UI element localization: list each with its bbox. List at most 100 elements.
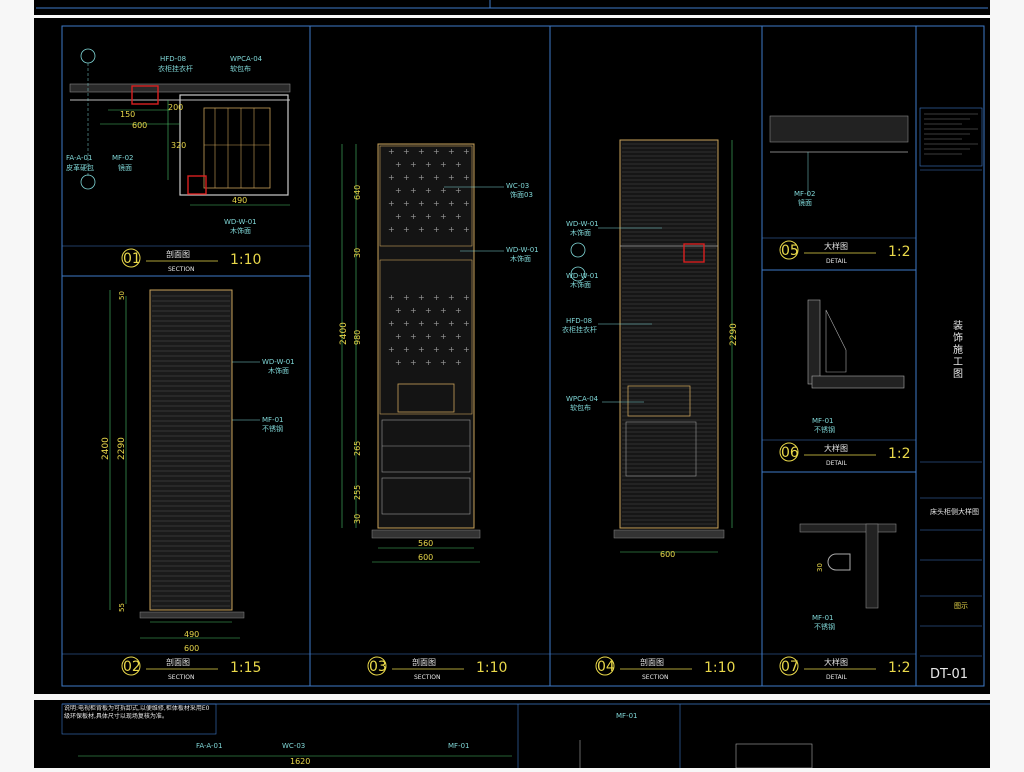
tuft-mark: +: [440, 212, 447, 221]
view-scale: 1:15: [230, 660, 261, 676]
sheet-name: 床头柜侧大样图: [930, 507, 979, 516]
callout-veneer-v04a: 木饰面: [570, 228, 591, 237]
tuft-mark: +: [410, 358, 417, 367]
tuft-mark: +: [448, 293, 455, 302]
callout-fa01: FA-A-01: [66, 154, 92, 162]
callout-mf01-d07: MF-01: [812, 614, 834, 622]
tuft-mark: +: [403, 147, 410, 156]
cad-drawing: 150 200 600 320 490 HFD-08 衣柜挂衣杆 WPCA-04…: [34, 0, 990, 769]
top-note: 说明:电视柜背板为可拆卸式,以便维修,柜体板材采用E0级环保板材,具体尺寸以现场…: [64, 705, 210, 720]
tuft-mark: +: [388, 293, 395, 302]
tuft-mark: +: [433, 293, 440, 302]
callout-stainless-d07: 不锈钢: [814, 622, 835, 631]
tuft-mark: +: [410, 212, 417, 221]
view-subtitle: SECTION: [642, 674, 668, 681]
tuft-mark: +: [463, 319, 470, 328]
callout-wdw01-v02: WD-W-01: [262, 358, 295, 366]
tuft-mark: +: [448, 319, 455, 328]
view-number: 05: [781, 243, 799, 259]
tuft-mark: +: [395, 358, 402, 367]
view-scale: 1:2: [888, 244, 911, 260]
callout-wc03: WC-03: [506, 182, 529, 190]
tuft-mark: +: [463, 147, 470, 156]
tuft-mark: +: [395, 212, 402, 221]
tuft-mark: +: [433, 345, 440, 354]
dim-v01-2: 600: [132, 121, 147, 130]
tuft-mark: +: [448, 225, 455, 234]
callout-mf01-d06: MF-01: [812, 417, 834, 425]
tuft-mark: +: [425, 358, 432, 367]
callout-wdw01-v03: WD-W-01: [506, 246, 539, 254]
tuft-mark: +: [463, 199, 470, 208]
view-number: 06: [781, 445, 799, 461]
dim-v02-1: 2290: [117, 437, 127, 460]
callout-leather-v04: 软包布: [570, 403, 591, 412]
tuft-mark: +: [388, 225, 395, 234]
tuft-mark: +: [418, 147, 425, 156]
dim-v03-1: 30: [353, 248, 362, 258]
dim-v01-1: 200: [168, 103, 183, 112]
tuft-mark: +: [418, 293, 425, 302]
tuft-mark: +: [388, 199, 395, 208]
tuft-mark: +: [418, 199, 425, 208]
view-subtitle: DETAIL: [826, 460, 847, 467]
callout-mirror-d05: 镜面: [798, 198, 812, 207]
tuft-mark: +: [455, 212, 462, 221]
tuft-mark: +: [395, 186, 402, 195]
tuft-mark: +: [440, 332, 447, 341]
tuft-mark: +: [418, 345, 425, 354]
dim-v02-3: 600: [184, 644, 199, 653]
drawing-title: 装饰施工图: [951, 319, 963, 380]
view-title: 剖面图: [412, 657, 436, 667]
view-subtitle: SECTION: [414, 674, 440, 681]
callout-wdw01-v04b: WD-W-01: [566, 272, 599, 280]
view-subtitle: DETAIL: [826, 258, 847, 265]
tuft-mark: +: [395, 306, 402, 315]
view-scale: 1:2: [888, 446, 911, 462]
view-subtitle: SECTION: [168, 266, 194, 273]
callout-fa01-next: FA-A-01: [196, 742, 222, 750]
callout-stainless-v02: 不锈钢: [262, 424, 283, 433]
view-title: 剖面图: [166, 657, 190, 667]
tuft-mark: +: [463, 345, 470, 354]
tuft-mark: +: [425, 212, 432, 221]
callout-hfd08: HFD-08: [160, 55, 186, 63]
dim-v03-5: 255: [353, 485, 362, 500]
tuft-mark: +: [418, 173, 425, 182]
view-scale: 1:10: [476, 660, 507, 676]
callout-veneer-v04b: 木饰面: [570, 280, 591, 289]
tuft-mark: +: [440, 358, 447, 367]
callout-stainless-d06: 不锈钢: [814, 425, 835, 434]
callout-veneer-v02: 木饰面: [268, 366, 289, 375]
tuft-mark: +: [455, 306, 462, 315]
tuft-mark: +: [433, 147, 440, 156]
dim-bottom-0: 1620: [290, 757, 310, 766]
callout-wpca04-v04: WPCA-04: [566, 395, 599, 403]
callout-wpca04: WPCA-04: [230, 55, 263, 63]
view-title: 大样图: [824, 657, 848, 667]
tuft-mark: +: [433, 225, 440, 234]
tuft-mark: +: [455, 186, 462, 195]
tuft-mark: +: [410, 306, 417, 315]
callout-hfd08-v04: HFD-08: [566, 317, 592, 325]
tuft-mark: +: [448, 199, 455, 208]
tuft-mark: +: [463, 173, 470, 182]
callout-mf02-d05: MF-02: [794, 190, 816, 198]
tuft-mark: +: [403, 293, 410, 302]
dim-v02-2: 490: [184, 630, 199, 639]
tuft-mark: +: [448, 173, 455, 182]
callout-cloth-rod-v04: 衣柜挂衣杆: [562, 325, 597, 334]
dim-v07-0: 30: [816, 563, 824, 572]
callout-mf01-next: MF-01: [448, 742, 470, 750]
tuft-mark: +: [455, 160, 462, 169]
callout-veneer: 木饰面: [230, 226, 251, 235]
dim-v03-3: 980: [353, 330, 362, 345]
dim-v03-4: 265: [353, 441, 362, 456]
tuft-mark: +: [455, 332, 462, 341]
tuft-mark: +: [395, 332, 402, 341]
tuft-mark: +: [440, 306, 447, 315]
drawing-number: DT-01: [930, 667, 968, 682]
tuft-mark: +: [448, 345, 455, 354]
note-box: 说明:电视柜背板为可拆卸式,以便维修,柜体板材采用E0级环保板材,具体尺寸以现场…: [64, 705, 210, 720]
tuft-mark: +: [455, 358, 462, 367]
